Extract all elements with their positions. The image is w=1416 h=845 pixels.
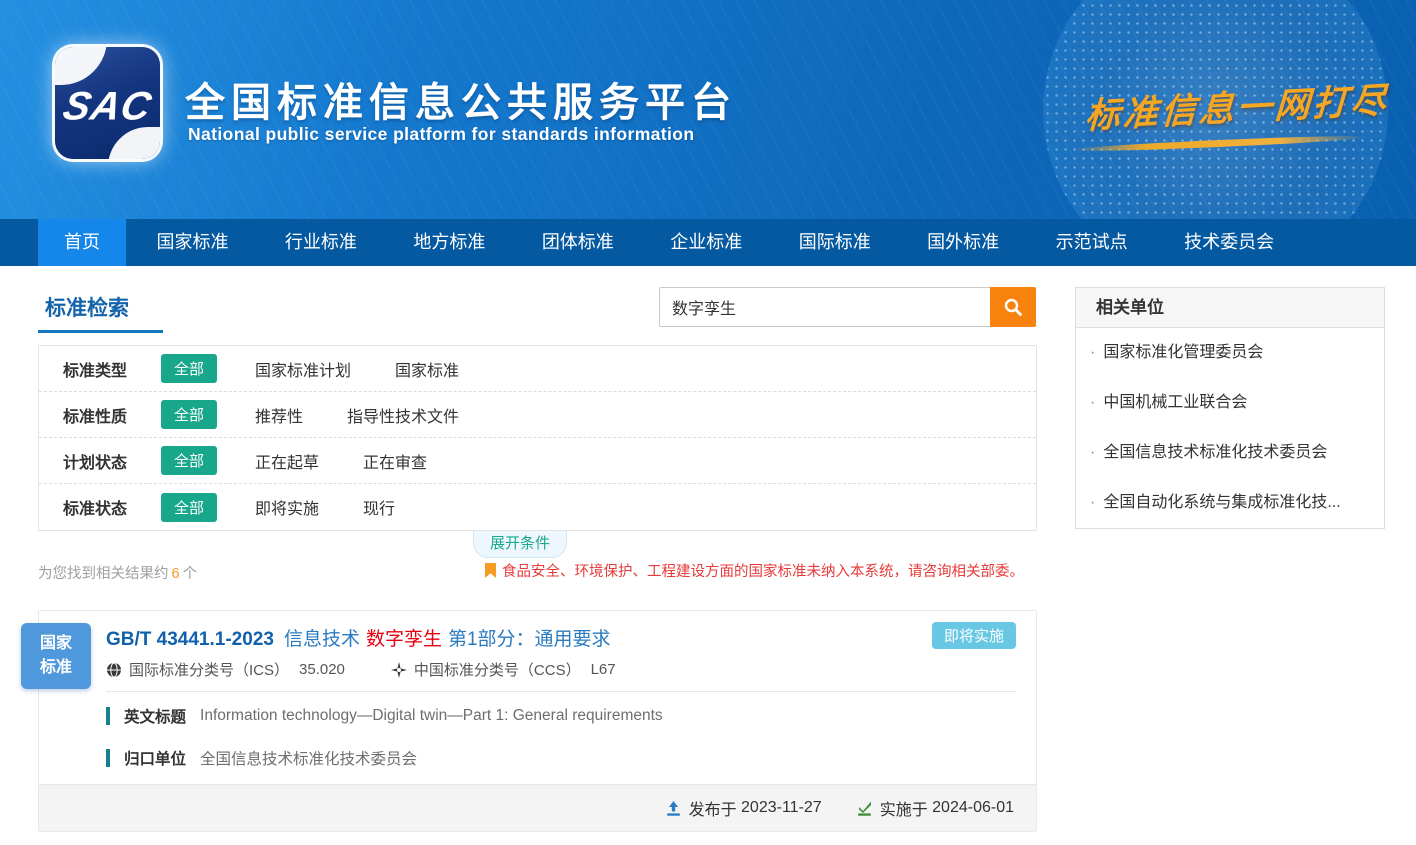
nav-item-international-standards[interactable]: 国际标准 — [773, 219, 897, 266]
sidebar-item-it-standardization-committee[interactable]: 全国信息技术标准化技术委员会 — [1076, 428, 1384, 478]
bookmark-icon — [485, 563, 496, 578]
filter-all-button[interactable]: 全部 — [161, 354, 217, 383]
sidebar-item-automation-committee[interactable]: 全国自动化系统与集成标准化技... — [1076, 478, 1384, 528]
responsible-unit-label: 归口单位 — [124, 747, 186, 769]
result-count-number: 6 — [172, 566, 180, 582]
badge-line2: 标准 — [21, 656, 91, 680]
implement-date: 2024-06-01 — [932, 799, 1014, 817]
standard-code: GB/T 43441.1-2023 — [106, 629, 274, 650]
filter-label: 标准状态 — [63, 495, 161, 519]
compass-icon — [391, 662, 407, 678]
filter-panel: 标准类型 全部 国家标准计划 国家标准 标准性质 全部 推荐性 指导性技术文件 … — [38, 345, 1037, 531]
page-title-underline — [38, 330, 163, 333]
national-standard-badge: 国家 标准 — [21, 623, 91, 689]
page: SAC 全国标准信息公共服务平台 National public service… — [0, 0, 1416, 845]
nav-item-industry-standards[interactable]: 行业标准 — [259, 219, 383, 266]
publish-date-item: 发布于 2023-11-27 — [665, 796, 822, 820]
responsible-unit-value: 全国信息技术标准化技术委员会 — [200, 747, 417, 769]
filter-all-button[interactable]: 全部 — [161, 446, 217, 475]
filter-option[interactable]: 国家标准 — [395, 357, 459, 381]
search-button[interactable] — [990, 287, 1036, 327]
search-icon — [1003, 297, 1023, 317]
filter-option[interactable]: 现行 — [363, 495, 395, 519]
result-count: 为您找到相关结果约6个 — [38, 562, 197, 583]
ccs-label: 中国标准分类号（CCS） — [414, 659, 581, 680]
publish-upload-icon — [665, 800, 682, 817]
filter-label: 标准性质 — [63, 403, 161, 427]
nav-item-local-standards[interactable]: 地方标准 — [387, 219, 511, 266]
filter-option[interactable]: 正在起草 — [255, 449, 319, 473]
nav-item-enterprise-standards[interactable]: 企业标准 — [644, 219, 768, 266]
related-units-title: 相关单位 — [1076, 288, 1384, 328]
standard-title-highlight: 数字孪生 — [366, 629, 442, 650]
implement-label: 实施于 — [880, 796, 928, 820]
ics-classification: 国际标准分类号（ICS） 35.020 — [106, 659, 345, 680]
ics-value: 35.020 — [299, 661, 345, 678]
nav-item-pilot[interactable]: 示范试点 — [1030, 219, 1154, 266]
system-notice: 食品安全、环境保护、工程建设方面的国家标准未纳入本系统，请咨询相关部委。 — [485, 560, 1024, 581]
filter-row-plan-status: 计划状态 全部 正在起草 正在审查 — [39, 438, 1036, 484]
site-subtitle: National public service platform for sta… — [188, 124, 694, 145]
main-nav: 首页 国家标准 行业标准 地方标准 团体标准 企业标准 国际标准 国外标准 示范… — [0, 219, 1416, 266]
expand-conditions-button[interactable]: 展开条件 — [473, 531, 567, 558]
filter-row-standard-nature: 标准性质 全部 推荐性 指导性技术文件 — [39, 392, 1036, 438]
standard-title-part1: 信息技术 — [284, 629, 360, 650]
card-footer: 发布于 2023-11-27 实施于 2024-06-01 — [39, 784, 1036, 831]
attr-bar-decoration — [106, 749, 110, 767]
standard-title-part2: 第1部分：通用要求 — [448, 629, 611, 650]
card-divider — [106, 691, 1016, 692]
result-count-suffix: 个 — [183, 566, 198, 582]
implement-check-icon — [856, 800, 873, 817]
implement-date-item: 实施于 2024-06-01 — [856, 796, 1014, 820]
standard-title-link[interactable]: GB/T 43441.1-2023 信息技术数字孪生第1部分：通用要求 — [106, 624, 611, 651]
attr-bar-decoration — [106, 707, 110, 725]
status-badge: 即将实施 — [932, 622, 1016, 649]
publish-label: 发布于 — [689, 796, 737, 820]
ccs-classification: 中国标准分类号（CCS） L67 — [391, 659, 616, 680]
standard-result-card: 国家 标准 GB/T 43441.1-2023信息技术数字孪生第1部分：通用要求… — [38, 610, 1037, 832]
sac-logo-icon[interactable]: SAC — [55, 47, 160, 159]
sidebar-item-sac[interactable]: 国家标准化管理委员会 — [1076, 328, 1384, 378]
publish-date: 2023-11-27 — [741, 799, 822, 817]
result-count-prefix: 为您找到相关结果约 — [38, 566, 169, 582]
nav-item-home[interactable]: 首页 — [38, 219, 126, 266]
filter-all-button[interactable]: 全部 — [161, 493, 217, 522]
filter-row-standard-status: 标准状态 全部 即将实施 现行 — [39, 484, 1036, 530]
sac-logo-text: SAC — [55, 85, 160, 130]
nav-item-group-standards[interactable]: 团体标准 — [516, 219, 640, 266]
ics-label: 国际标准分类号（ICS） — [129, 659, 289, 680]
filter-option[interactable]: 正在审查 — [363, 449, 427, 473]
filter-option[interactable]: 即将实施 — [255, 495, 319, 519]
ccs-value: L67 — [591, 661, 616, 678]
site-title: 全国标准信息公共服务平台 — [185, 70, 737, 128]
filter-option[interactable]: 指导性技术文件 — [347, 403, 459, 427]
badge-line1: 国家 — [21, 632, 91, 656]
filter-option[interactable]: 推荐性 — [255, 403, 303, 427]
classification-row: 国际标准分类号（ICS） 35.020 中国标准分类号（CCS） L67 — [106, 659, 662, 680]
nav-item-national-standards[interactable]: 国家标准 — [130, 219, 254, 266]
english-title-row: 英文标题 Information technology—Digital twin… — [106, 705, 663, 727]
related-units-panel: 相关单位 国家标准化管理委员会 中国机械工业联合会 全国信息技术标准化技术委员会… — [1075, 287, 1385, 529]
globe-icon — [106, 662, 122, 678]
site-header: SAC 全国标准信息公共服务平台 National public service… — [0, 0, 1416, 219]
responsible-unit-row: 归口单位 全国信息技术标准化技术委员会 — [106, 747, 417, 769]
sidebar-item-machinery-federation[interactable]: 中国机械工业联合会 — [1076, 378, 1384, 428]
filter-label: 计划状态 — [63, 449, 161, 473]
filter-row-standard-type: 标准类型 全部 国家标准计划 国家标准 — [39, 346, 1036, 392]
search-input[interactable] — [659, 287, 990, 327]
filter-all-button[interactable]: 全部 — [161, 400, 217, 429]
page-title: 标准检索 — [45, 292, 129, 322]
nav-item-foreign-standards[interactable]: 国外标准 — [901, 219, 1025, 266]
english-title-value: Information technology—Digital twin—Part… — [200, 707, 663, 725]
notice-text: 食品安全、环境保护、工程建设方面的国家标准未纳入本系统，请咨询相关部委。 — [502, 560, 1024, 581]
nav-item-technical-committee[interactable]: 技术委员会 — [1158, 219, 1300, 266]
filter-option[interactable]: 国家标准计划 — [255, 357, 351, 381]
filter-label: 标准类型 — [63, 357, 161, 381]
english-title-label: 英文标题 — [124, 705, 186, 727]
